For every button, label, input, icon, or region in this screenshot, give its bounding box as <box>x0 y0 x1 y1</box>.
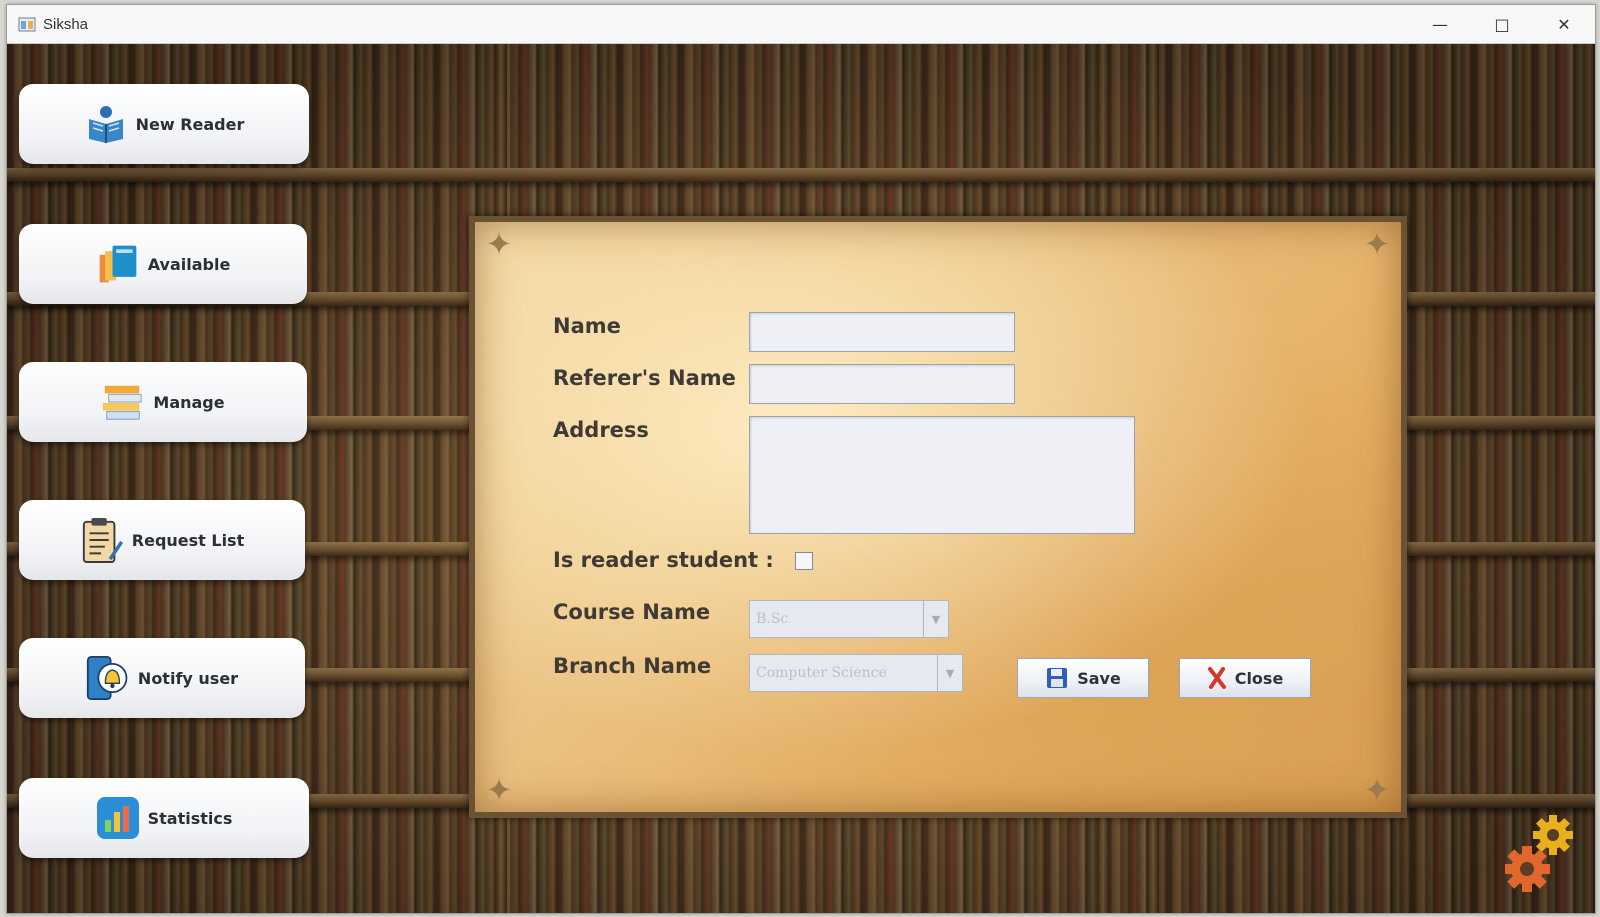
name-field[interactable] <box>749 312 1015 352</box>
new-reader-label: New Reader <box>135 114 245 134</box>
request-list-button[interactable]: Request List <box>19 500 305 580</box>
corner-ornament: ✦ <box>485 225 513 263</box>
available-label: Available <box>147 254 231 274</box>
gear-icon[interactable] <box>1504 811 1577 897</box>
close-button[interactable]: Close <box>1179 658 1311 698</box>
course-name-dropdown[interactable]: B.Sc ▼ <box>749 600 949 638</box>
student-checkbox[interactable] <box>795 552 813 570</box>
address-field[interactable] <box>749 416 1135 534</box>
chevron-down-icon[interactable]: ▼ <box>937 655 962 691</box>
maximize-button[interactable]: □ <box>1471 5 1533 43</box>
close-window-button[interactable]: ✕ <box>1533 5 1595 43</box>
referer-name-label: Referer's Name <box>553 366 736 390</box>
request-list-label: Request List <box>131 530 245 550</box>
stacked-books-icon <box>101 380 145 424</box>
close-x-icon <box>1207 667 1227 689</box>
name-label: Name <box>553 314 621 338</box>
course-name-label: Course Name <box>553 600 711 624</box>
floppy-disk-icon <box>1045 666 1069 690</box>
corner-ornament: ✦ <box>485 771 513 809</box>
reader-book-icon <box>84 102 128 146</box>
corner-ornament: ✦ <box>1363 225 1391 263</box>
app-icon <box>17 14 37 34</box>
branch-name-dropdown[interactable]: Computer Science ▼ <box>749 654 963 692</box>
window-title: Siksha <box>43 15 89 33</box>
statistics-label: Statistics <box>147 808 233 828</box>
referer-name-field[interactable] <box>749 364 1015 404</box>
student-label: Is reader student : <box>553 548 774 572</box>
manage-button[interactable]: Manage <box>19 362 307 442</box>
save-button[interactable]: Save <box>1017 658 1149 698</box>
app-window: Siksha — □ ✕ New Reader Available Manage… <box>6 4 1596 914</box>
course-name-value: B.Sc <box>756 611 789 627</box>
bell-phone-icon <box>86 656 130 700</box>
available-button[interactable]: Available <box>19 224 307 304</box>
notify-user-button[interactable]: Notify user <box>19 638 305 718</box>
branch-name-value: Computer Science <box>756 665 887 681</box>
chevron-down-icon[interactable]: ▼ <box>923 601 948 637</box>
bar-chart-icon <box>96 796 140 840</box>
manage-label: Manage <box>153 392 225 412</box>
close-label: Close <box>1234 668 1284 688</box>
new-reader-button[interactable]: New Reader <box>19 84 309 164</box>
title-bar: Siksha — □ ✕ <box>7 5 1595 44</box>
bookshelf-background: New Reader Available Manage Request List… <box>7 44 1595 913</box>
notify-user-label: Notify user <box>137 668 239 688</box>
books-available-icon <box>96 242 140 286</box>
save-label: Save <box>1077 668 1121 688</box>
corner-ornament: ✦ <box>1363 771 1391 809</box>
statistics-button[interactable]: Statistics <box>19 778 309 858</box>
reader-form-panel: ✦ ✦ ✦ ✦ Name Referer's Name Address Is r… <box>469 216 1407 818</box>
address-label: Address <box>553 418 649 442</box>
branch-name-label: Branch Name <box>553 654 712 678</box>
clipboard-list-icon <box>80 518 124 563</box>
minimize-button[interactable]: — <box>1409 5 1471 43</box>
